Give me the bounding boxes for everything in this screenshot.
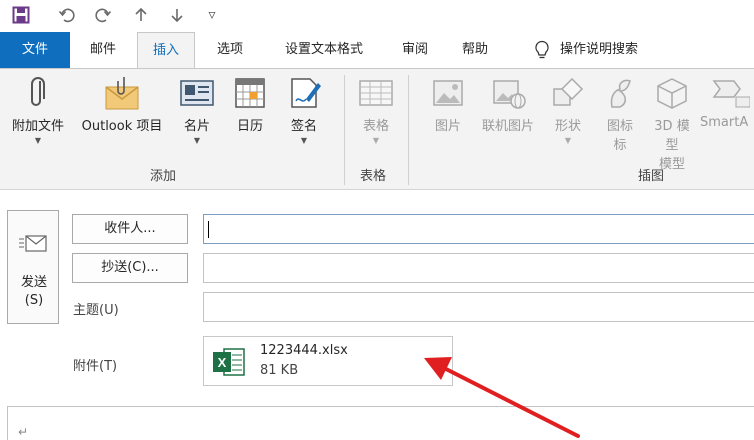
ribbon: 附加文件 ▼ Outlook 项目 名片 ▼ 日历 签名 ▼ 添加 表格 ▼ 表… — [0, 68, 754, 190]
send-shortcut: (S) — [24, 293, 44, 308]
chevron-down-icon: ▼ — [372, 136, 380, 145]
ribbon-tabs: 文件 邮件 插入 选项 设置文本格式 审阅 帮助 操作说明搜索 — [0, 32, 754, 69]
shapes-button[interactable]: 形状 ▼ — [546, 75, 590, 145]
to-button[interactable]: 收件人... — [72, 214, 188, 244]
signature-label: 签名 — [290, 119, 317, 134]
business-card-icon — [180, 80, 214, 106]
paragraph-return-mark: ↵ — [18, 425, 29, 439]
attachment-dropdown-icon[interactable]: ▼ — [433, 357, 439, 366]
online-picture-button[interactable]: 联机图片 — [474, 75, 542, 134]
3d-model-label: 3D 模型 — [654, 119, 690, 153]
group-label-add: 添加 — [150, 169, 177, 184]
tab-mail[interactable]: 邮件 — [80, 32, 126, 68]
tab-options[interactable]: 选项 — [205, 32, 255, 68]
attach-file-label: 附加文件 — [11, 119, 64, 134]
cc-field[interactable] — [203, 253, 754, 283]
redo-icon[interactable] — [92, 4, 114, 26]
undo-icon[interactable] — [56, 4, 78, 26]
signature-button[interactable]: 签名 ▼ — [282, 75, 326, 145]
quick-access-toolbar: ▿ — [0, 0, 754, 32]
tab-file[interactable]: 文件 — [0, 32, 70, 68]
chevron-down-icon: ▼ — [300, 136, 308, 145]
envelope-clip-icon — [105, 77, 139, 110]
smartart-label: SmartA — [700, 115, 749, 130]
outlook-item-button[interactable]: Outlook 项目 — [72, 75, 172, 134]
group-label-illustrations: 插图 — [638, 169, 665, 184]
signature-icon — [291, 78, 321, 108]
subject-label: 主题(U) — [73, 303, 119, 318]
to-field[interactable] — [203, 214, 754, 244]
shapes-label: 形状 — [554, 119, 581, 134]
tell-me-search[interactable]: 操作说明搜索 — [560, 32, 660, 68]
attachment-file-name: 1223444.xlsx — [260, 343, 348, 358]
icons-label-line2: 标 — [613, 138, 627, 153]
tab-help[interactable]: 帮助 — [452, 32, 498, 68]
customize-icon[interactable]: ▿ — [201, 4, 223, 26]
cube-icon — [657, 78, 687, 109]
excel-file-icon: X — [213, 348, 245, 376]
group-separator — [408, 75, 409, 185]
paperclip-icon — [31, 77, 45, 106]
chevron-down-icon: ▼ — [34, 136, 42, 145]
picture-icon — [433, 80, 463, 106]
save-icon[interactable] — [10, 4, 32, 26]
chevron-down-icon: ▼ — [193, 136, 201, 145]
online-picture-label: 联机图片 — [481, 119, 534, 134]
smartart-icon — [712, 80, 750, 108]
send-icon — [19, 235, 47, 252]
business-card-button[interactable]: 名片 ▼ — [176, 75, 218, 145]
group-separator — [344, 75, 345, 185]
arrow-down-icon[interactable] — [166, 4, 188, 26]
send-label: 发送 — [20, 275, 47, 290]
arrow-up-icon[interactable] — [130, 4, 152, 26]
smartart-button[interactable]: SmartA — [700, 75, 754, 130]
message-body[interactable]: ↵ — [7, 406, 754, 440]
icons-label: 图标 — [606, 119, 633, 134]
group-label-table: 表格 — [360, 169, 387, 184]
attachment-item[interactable]: X 1223444.xlsx 81 KB ▼ — [203, 336, 453, 386]
text-cursor — [208, 221, 209, 238]
table-button[interactable]: 表格 ▼ — [354, 75, 398, 145]
icons-button[interactable]: 图标 标 — [600, 75, 640, 153]
picture-button[interactable]: 图片 — [426, 75, 470, 134]
tab-insert[interactable]: 插入 — [137, 32, 195, 69]
attachment-file-size: 81 KB — [260, 363, 299, 378]
calendar-icon — [235, 78, 265, 108]
chevron-down-icon: ▼ — [564, 136, 572, 145]
subject-field[interactable] — [203, 292, 754, 322]
excel-badge: X — [218, 355, 227, 370]
tab-format-text[interactable]: 设置文本格式 — [268, 32, 380, 68]
icons-icon — [610, 79, 631, 108]
calendar-button[interactable]: 日历 — [228, 75, 272, 134]
business-card-label: 名片 — [183, 119, 210, 134]
shapes-icon — [553, 77, 584, 106]
table-icon — [359, 80, 393, 106]
3d-model-button[interactable]: 3D 模型 模型 — [650, 75, 694, 172]
cc-button[interactable]: 抄送(C)... — [72, 253, 188, 283]
table-label: 表格 — [362, 119, 389, 134]
attach-file-button[interactable]: 附加文件 ▼ — [4, 75, 72, 145]
attachment-label: 附件(T) — [73, 359, 118, 374]
lightbulb-icon[interactable] — [530, 32, 554, 68]
picture-label: 图片 — [434, 119, 461, 134]
send-button[interactable]: 发送 (S) — [7, 210, 59, 324]
compose-area: 发送 (S) 收件人... 抄送(C)... 主题(U) 附件(T) X 122… — [0, 190, 754, 440]
online-picture-icon — [493, 80, 526, 109]
calendar-label: 日历 — [236, 119, 263, 134]
tab-review[interactable]: 审阅 — [392, 32, 438, 68]
outlook-item-label: Outlook 项目 — [81, 119, 163, 134]
